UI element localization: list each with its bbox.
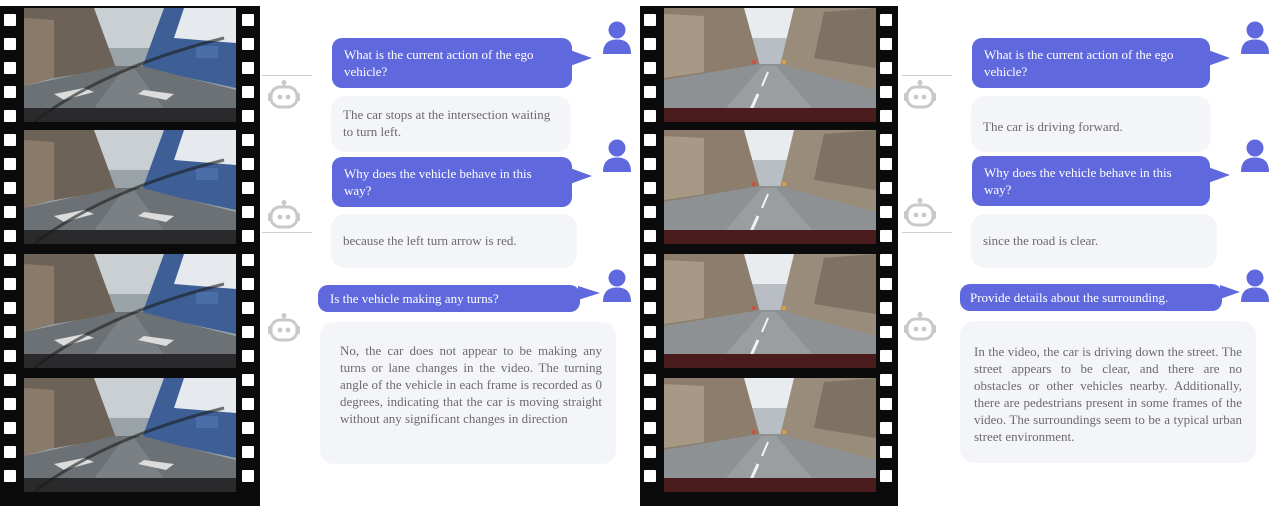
- film-holes-right: [238, 6, 260, 506]
- user-message: Why does the vehicle behave in this way?: [332, 157, 572, 207]
- robot-icon: [904, 198, 936, 227]
- bubble-tail: [1220, 285, 1240, 299]
- video-frame-1: [24, 8, 236, 122]
- bubble-tail: [570, 168, 592, 184]
- user-message: What is the current action of the ego ve…: [332, 38, 572, 88]
- user-icon: [603, 269, 631, 302]
- bot-message: The car stops at the intersection waitin…: [331, 96, 571, 152]
- user-icon: [1241, 139, 1269, 172]
- bubble-tail: [578, 286, 600, 300]
- video-frame-4: [664, 378, 876, 492]
- robot-icon: [268, 313, 300, 342]
- video-frame-3: [24, 254, 236, 368]
- robot-icon: [904, 312, 936, 341]
- divider: [902, 232, 952, 233]
- film-holes-right: [876, 6, 898, 506]
- bot-message: because the left turn arrow is red.: [331, 214, 577, 268]
- robot-icon: [268, 80, 300, 109]
- panel-2: What is the current action of the ego ve…: [640, 0, 1275, 506]
- video-frame-4: [24, 378, 236, 492]
- bubble-tail: [570, 50, 592, 66]
- bot-message: The car is driving forward.: [971, 96, 1211, 152]
- robot-icon: [268, 200, 300, 229]
- panel-1: What is the current action of the ego ve…: [0, 0, 637, 506]
- user-message: What is the current action of the ego ve…: [972, 38, 1210, 88]
- film-strip: [0, 6, 260, 506]
- user-icon: [603, 139, 631, 172]
- user-icon: [603, 21, 631, 54]
- user-message: Provide details about the surrounding.: [960, 284, 1222, 311]
- bubble-tail: [1208, 50, 1230, 66]
- bot-message: In the video, the car is driving down th…: [960, 321, 1256, 463]
- bot-message: since the road is clear.: [971, 214, 1217, 268]
- divider: [902, 75, 952, 76]
- bot-message: No, the car does not appear to be making…: [320, 322, 616, 464]
- robot-icon: [904, 80, 936, 109]
- film-strip: [640, 6, 898, 506]
- video-frame-3: [664, 254, 876, 368]
- user-icon: [1241, 21, 1269, 54]
- divider: [262, 232, 312, 233]
- film-holes-left: [0, 6, 22, 506]
- video-frame-2: [664, 130, 876, 244]
- user-message: Is the vehicle making any turns?: [318, 285, 580, 312]
- bubble-tail: [1208, 167, 1230, 183]
- divider: [262, 75, 312, 76]
- video-frame-1: [664, 8, 876, 122]
- user-message: Why does the vehicle behave in this way?: [972, 156, 1210, 206]
- user-icon: [1241, 269, 1269, 302]
- film-holes-left: [640, 6, 662, 506]
- video-frame-2: [24, 130, 236, 244]
